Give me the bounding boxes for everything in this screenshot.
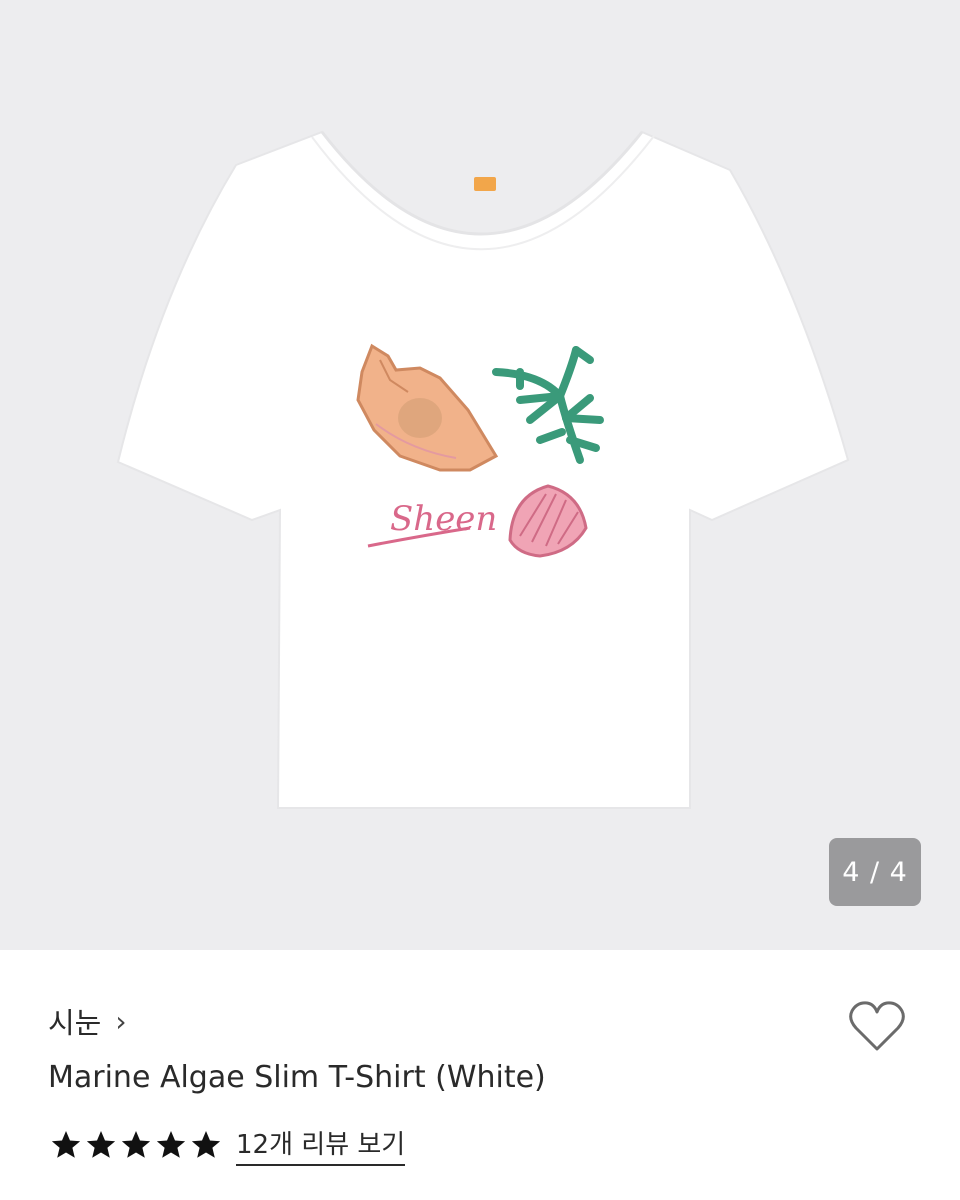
star-filled-icon — [121, 1131, 151, 1158]
brand-name: 시눈 — [48, 1006, 102, 1040]
product-image: Sheen — [116, 130, 850, 809]
star-filled-icon — [156, 1131, 186, 1158]
product-image-gallery[interactable]: Sheen 4 / 4 — [0, 0, 960, 950]
view-reviews-link[interactable]: 12개 리뷰 보기 — [236, 1124, 406, 1166]
star-filled-icon — [51, 1131, 81, 1158]
star-filled-icon — [86, 1131, 116, 1158]
brand-link[interactable]: 시눈 › — [48, 1000, 127, 1042]
image-page-counter: 4 / 4 — [829, 838, 921, 906]
garment-label — [474, 177, 496, 191]
star-filled-icon — [191, 1131, 221, 1158]
product-title: Marine Algae Slim T-Shirt (White) — [48, 1060, 546, 1095]
star-rating — [50, 1129, 222, 1161]
chevron-right-icon: › — [115, 1004, 127, 1038]
heart-outline-icon[interactable] — [846, 996, 908, 1058]
rating-row: 12개 리뷰 보기 — [50, 1124, 406, 1166]
